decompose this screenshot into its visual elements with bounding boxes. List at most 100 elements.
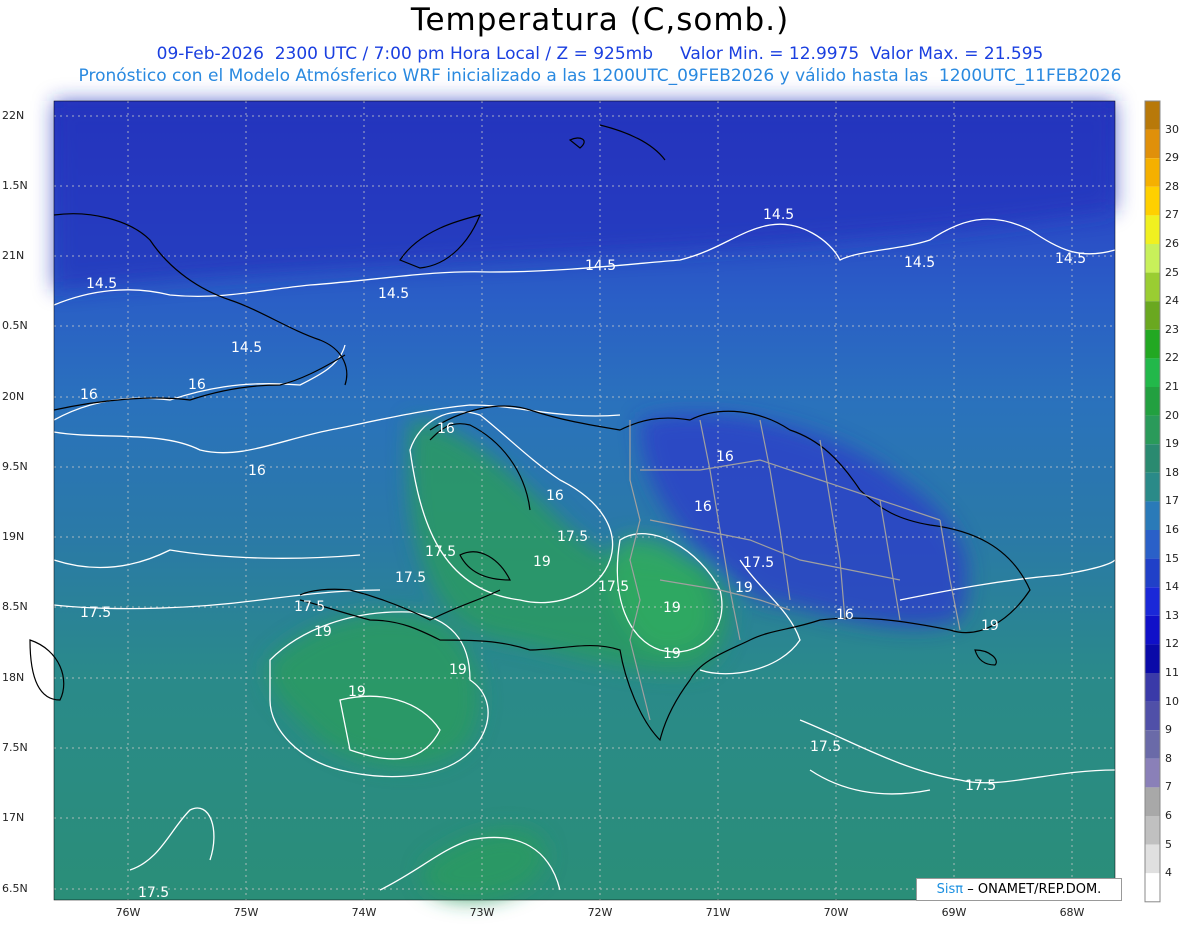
contour-label: 16 [546, 488, 564, 504]
contour-label: 17.5 [965, 778, 996, 794]
colorbar-swatch [1145, 158, 1160, 187]
colorbar-swatch [1145, 358, 1160, 387]
contour-label: 19 [449, 662, 467, 678]
credit-text: – ONAMET/REP.DOM. [967, 882, 1102, 897]
colorbar-level-label: 28 [1165, 179, 1179, 193]
colorbar-swatch [1145, 730, 1160, 759]
colorbar-level-label: 6 [1165, 809, 1172, 822]
lat-label: 8.5N [2, 600, 28, 613]
temperature-map: 14.5 14.5 14.5 14.5 14.5 14.5 14.5 16 16… [29, 100, 1161, 903]
lat-label: 19N [2, 530, 25, 543]
lon-label: 68W [1059, 906, 1085, 919]
colorbar-level-label: 14 [1165, 580, 1179, 594]
contour-label: 17.5 [598, 579, 629, 595]
contour-label: 16 [188, 377, 206, 393]
colorbar-swatch [1145, 329, 1160, 359]
lat-label: 21N [2, 249, 25, 262]
contour-label: 16 [437, 421, 455, 437]
colorbar-swatch [1145, 215, 1160, 244]
colorbar-swatch [1145, 701, 1160, 731]
colorbar-level-label: 21 [1165, 380, 1179, 393]
contour-label: 14.5 [1055, 251, 1086, 267]
contour-label: 19 [663, 600, 681, 616]
colorbar-swatch [1145, 444, 1160, 473]
lat-label: 0.5N [2, 319, 28, 332]
colorbar-level-label: 5 [1165, 837, 1172, 851]
colorbar-swatch [1145, 558, 1160, 588]
contour-label: 16 [80, 387, 98, 403]
lat-label: 7.5N [2, 741, 28, 754]
lon-label: 69W [941, 906, 967, 919]
contour-label: 17.5 [743, 555, 774, 571]
colorbar-swatch [1145, 186, 1160, 216]
lat-label: 17N [2, 811, 25, 824]
colorbar-swatch [1145, 873, 1160, 902]
colorbar-level-label: 4 [1165, 866, 1172, 880]
lon-label: 74W [351, 906, 377, 919]
lon-label: 70W [823, 906, 849, 919]
contour-label: 14.5 [904, 255, 935, 271]
credit-brand: Sisπ [936, 882, 964, 897]
lon-label: 72W [587, 906, 613, 919]
contour-label: 17.5 [294, 599, 325, 615]
contour-label: 14.5 [86, 276, 117, 292]
colorbar-swatch [1145, 673, 1160, 702]
colorbar-level-label: 13 [1165, 608, 1179, 622]
colorbar-level-label: 15 [1165, 551, 1179, 565]
lon-label: 73W [469, 906, 495, 919]
colorbar-level-label: 30 [1165, 122, 1179, 136]
colorbar-swatch [1145, 472, 1160, 502]
colorbar-swatch [1145, 101, 1160, 130]
lon-label: 76W [115, 906, 141, 919]
contour-label: 17.5 [395, 570, 426, 586]
colorbar [1144, 100, 1161, 903]
contour-label: 16 [716, 449, 734, 465]
colorbar-level-label: 22 [1165, 351, 1179, 365]
lat-label: 18N [2, 671, 25, 684]
colorbar-level-label: 9 [1165, 723, 1172, 737]
contour-label: 16 [694, 499, 712, 515]
colorbar-level-label: 17 [1165, 494, 1179, 508]
colorbar-level-label: 20 [1165, 408, 1179, 422]
contour-label: 16 [248, 463, 266, 479]
contour-label: 19 [314, 624, 332, 640]
contour-label: 17.5 [557, 529, 588, 545]
colorbar-swatch [1145, 787, 1160, 816]
contour-label: 14.5 [763, 207, 794, 223]
colorbar-level-label: 8 [1165, 751, 1172, 765]
colorbar-level-label: 16 [1165, 523, 1179, 536]
colorbar-level-label: 11 [1165, 666, 1179, 679]
colorbar-swatch [1145, 530, 1160, 559]
credit-box: Sisπ – ONAMET/REP.DOM. [916, 878, 1122, 901]
colorbar-level-label: 7 [1165, 780, 1172, 794]
contour-label: 19 [663, 646, 681, 662]
colorbar-swatch [1145, 272, 1160, 302]
colorbar-swatch [1145, 415, 1160, 445]
contour-label: 14.5 [585, 258, 616, 274]
colorbar-swatch [1145, 615, 1160, 645]
colorbar-swatch [1145, 129, 1160, 159]
colorbar-swatch [1145, 587, 1160, 616]
colorbar-swatch [1145, 501, 1160, 530]
lat-label: 22N [2, 109, 25, 122]
contour-label: 19 [348, 684, 366, 700]
colorbar-swatch [1145, 844, 1160, 874]
contour-label: 16 [836, 607, 854, 623]
lat-label: 6.5N [2, 882, 28, 895]
contour-label: 19 [735, 580, 753, 596]
contour-label: 14.5 [231, 340, 262, 356]
contour-label: 14.5 [378, 286, 409, 302]
colorbar-level-label: 18 [1165, 465, 1179, 479]
contour-label: 19 [533, 554, 551, 570]
colorbar-swatch [1145, 301, 1160, 330]
colorbar-swatch [1145, 758, 1160, 788]
lon-label: 75W [233, 906, 259, 919]
colorbar-level-label: 23 [1165, 322, 1179, 336]
colorbar-swatch [1145, 816, 1160, 845]
colorbar-level-label: 10 [1165, 694, 1179, 708]
lon-label: 71W [705, 906, 731, 919]
lat-label: 1.5N [2, 179, 28, 192]
colorbar-level-label: 25 [1165, 265, 1179, 279]
contour-label: 17.5 [425, 544, 456, 560]
lat-label: 9.5N [2, 460, 28, 473]
